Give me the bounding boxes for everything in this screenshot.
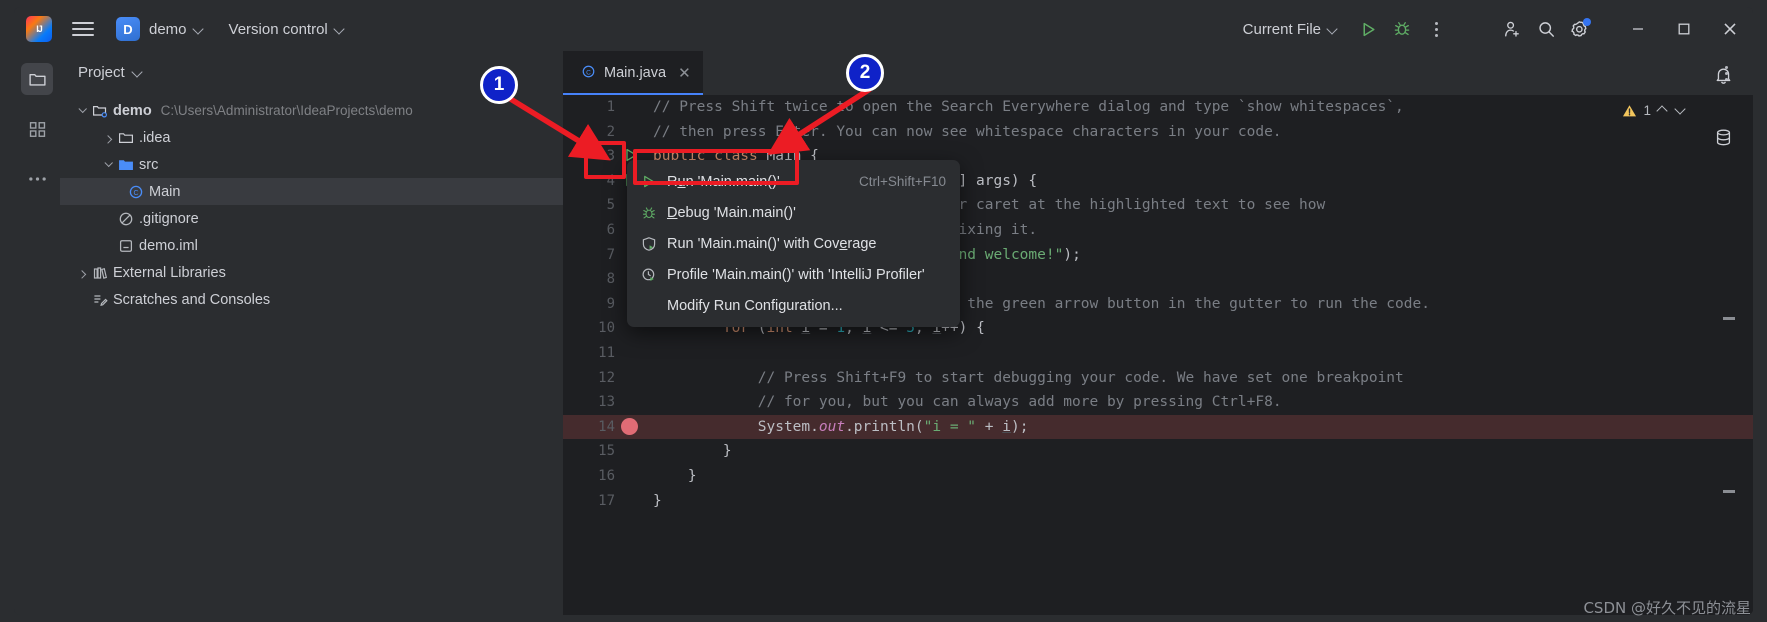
app-root: D demo Version control Current File (0, 0, 1767, 622)
annotation-marker-2: 2 (846, 54, 884, 92)
ide-window: D demo Version control Current File (14, 7, 1753, 615)
arrow-1-path (502, 92, 611, 161)
watermark: CSDN @好久不见的流星 (1583, 599, 1751, 617)
annotation-marker-1: 1 (480, 66, 518, 104)
annotation-arrow-1 (502, 86, 872, 161)
arrow-2-path (767, 86, 872, 155)
